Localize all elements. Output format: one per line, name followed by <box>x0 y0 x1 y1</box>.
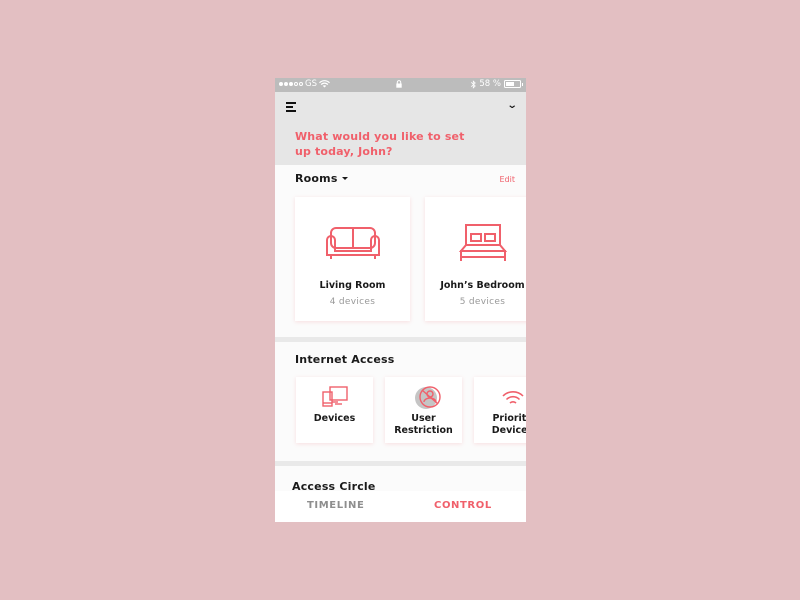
greeting-heading: What would you like to set up today, Joh… <box>295 130 465 158</box>
battery-icon <box>504 80 523 88</box>
rooms-title: Rooms <box>295 172 338 185</box>
priority-devices-card[interactable]: Priority Devices <box>474 377 526 443</box>
phone-screen: GS 58 % ⌄ What would you like to set up … <box>275 78 526 522</box>
card-label-line2: Devices <box>491 425 526 436</box>
room-device-count: 4 devices <box>329 297 376 307</box>
signal-dot <box>284 82 288 86</box>
caret-down-icon <box>341 177 348 180</box>
internet-access-section: Internet Access Devices User Restriction… <box>275 342 526 461</box>
edit-rooms-link[interactable]: Edit <box>500 175 516 184</box>
room-card-johns-bedroom[interactable]: John’s Bedroom 5 devices <box>425 197 526 321</box>
room-name: John’s Bedroom <box>440 280 525 291</box>
devices-card[interactable]: Devices <box>296 377 373 443</box>
carrier-name: GS <box>305 79 317 89</box>
card-label: User Restriction <box>385 413 462 437</box>
header: ⌄ What would you like to set up today, J… <box>275 92 526 165</box>
signal-dot <box>299 82 303 86</box>
internet-access-title: Internet Access <box>295 353 395 366</box>
devices-icon <box>296 385 373 409</box>
room-card-living-room[interactable]: Living Room 4 devices <box>295 197 410 321</box>
status-bar-center <box>396 80 402 91</box>
bed-icon <box>425 223 526 263</box>
signal-dot <box>289 82 293 86</box>
tab-timeline[interactable]: TIMELINE <box>307 500 364 511</box>
bluetooth-icon <box>471 79 477 89</box>
user-restriction-card[interactable]: User Restriction <box>385 377 462 443</box>
battery-level <box>506 82 514 86</box>
status-bar-left: GS <box>279 79 330 89</box>
wifi-priority-icon <box>474 385 526 409</box>
signal-strength-icon <box>279 82 303 86</box>
signal-dot <box>294 82 298 86</box>
menu-icon[interactable] <box>286 101 297 112</box>
chevron-down-icon[interactable]: ⌄ <box>506 100 517 111</box>
tab-control[interactable]: CONTROL <box>434 500 492 511</box>
signal-dot <box>279 82 283 86</box>
status-bar: GS 58 % <box>275 78 526 92</box>
battery-percent: 58 % <box>479 79 501 89</box>
rooms-dropdown[interactable]: Rooms <box>295 172 348 185</box>
bottom-tab-bar: TIMELINE CONTROL <box>275 491 526 522</box>
card-label-line2: Restriction <box>394 425 453 436</box>
card-label-line1: User <box>411 413 436 424</box>
lock-icon <box>396 80 402 88</box>
sofa-icon <box>295 223 410 263</box>
status-bar-right: 58 % <box>471 79 523 89</box>
wifi-icon <box>319 80 330 88</box>
card-label: Devices <box>313 413 356 424</box>
rooms-section: Rooms Edit Living Room 4 devices John’s … <box>275 165 526 337</box>
card-label: Priority Devices <box>474 413 526 437</box>
room-name: Living Room <box>319 280 386 291</box>
card-label-line1: Priority <box>492 413 526 424</box>
user-restriction-icon <box>385 385 462 409</box>
room-device-count: 5 devices <box>459 297 506 307</box>
